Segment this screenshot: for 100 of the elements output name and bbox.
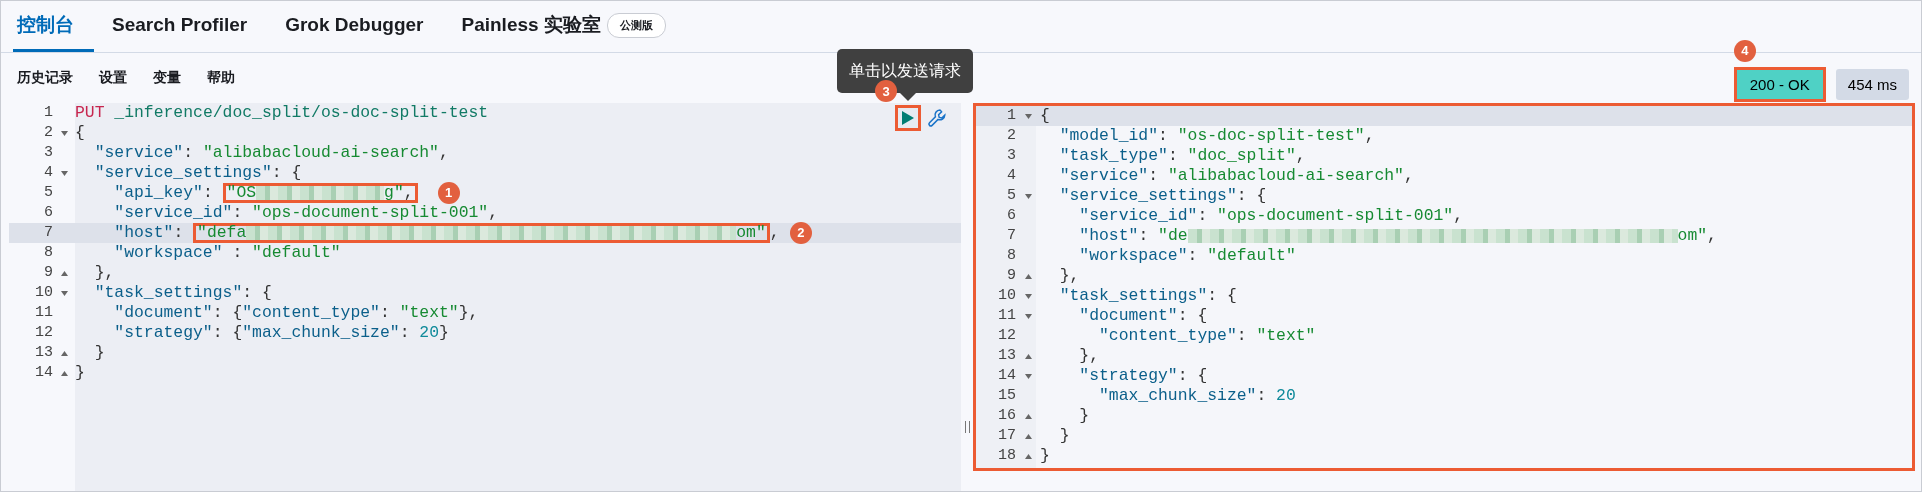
json-punctuation: : bbox=[1197, 206, 1209, 226]
json-punctuation: : { bbox=[212, 303, 243, 323]
line-number: 8 bbox=[1006, 246, 1016, 266]
line-number: 13 bbox=[997, 346, 1016, 366]
line-number: 7 bbox=[1006, 226, 1016, 246]
response-time: 454 ms bbox=[1835, 68, 1909, 100]
tab[interactable]: Painless 实验室 公测版 bbox=[457, 1, 686, 52]
request-editor[interactable] bbox=[9, 103, 961, 491]
json-key: "workspace" bbox=[75, 243, 223, 263]
tab[interactable]: 控制台 bbox=[13, 1, 94, 52]
callout-number: 3 bbox=[875, 80, 897, 102]
line-number: 1 bbox=[43, 103, 53, 123]
toolbar-link[interactable]: 变量 bbox=[153, 69, 181, 87]
line-number: 7 bbox=[43, 223, 53, 243]
fold-icon[interactable] bbox=[1024, 273, 1032, 279]
json-punctuation: , bbox=[1453, 206, 1463, 226]
json-punctuation: , bbox=[403, 186, 414, 200]
json-string: "alibabacloud-ai-search" bbox=[202, 143, 439, 163]
json-string: "default" bbox=[252, 243, 341, 263]
line-number: 11 bbox=[34, 303, 53, 323]
json-punctuation: , bbox=[1707, 226, 1717, 246]
json-key: "content_type" bbox=[1040, 326, 1237, 346]
json-key: "service_settings" bbox=[1040, 186, 1237, 206]
toolbar-link[interactable]: 帮助 bbox=[207, 69, 235, 87]
json-punctuation: }, bbox=[93, 263, 115, 283]
toolbar-link[interactable]: 历史记录 bbox=[17, 69, 73, 87]
json-key: "service_id" bbox=[1040, 206, 1198, 226]
json-punctuation: : bbox=[1236, 326, 1248, 346]
line-number: 15 bbox=[997, 386, 1016, 406]
json-string: g" bbox=[384, 186, 404, 200]
response-editor[interactable] bbox=[973, 103, 1915, 471]
fold-icon[interactable] bbox=[60, 350, 68, 356]
json-number: 20 bbox=[419, 323, 439, 343]
play-button[interactable] bbox=[895, 105, 921, 131]
wrench-icon[interactable] bbox=[927, 108, 947, 128]
fold-icon[interactable] bbox=[1024, 373, 1032, 379]
json-string: "os-doc-split-test" bbox=[1177, 126, 1365, 146]
json-punctuation: }, bbox=[1078, 346, 1100, 366]
fold-icon[interactable] bbox=[1024, 313, 1032, 319]
callout-number: 4 bbox=[1733, 39, 1756, 62]
tab[interactable]: Grok Debugger bbox=[281, 1, 444, 52]
json-key: "service" bbox=[75, 143, 184, 163]
resize-handle[interactable] bbox=[964, 421, 970, 433]
line-number: 18 bbox=[997, 446, 1016, 466]
fold-icon[interactable] bbox=[60, 370, 68, 376]
line-number: 4 bbox=[1006, 166, 1016, 186]
json-punctuation: : bbox=[173, 223, 185, 243]
json-number: 20 bbox=[1276, 386, 1296, 406]
json-key: "workspace" bbox=[1040, 246, 1188, 266]
json-punctuation: : bbox=[379, 303, 391, 323]
json-punctuation: : { bbox=[1177, 366, 1208, 386]
fold-icon[interactable] bbox=[1024, 453, 1032, 459]
json-punctuation: : bbox=[1187, 246, 1199, 266]
json-key: "strategy" bbox=[75, 323, 213, 343]
json-key: "max_chunk_size" bbox=[242, 323, 400, 343]
json-key: "content_type" bbox=[242, 303, 380, 323]
json-string: "text" bbox=[1256, 326, 1316, 346]
json-key: "host" bbox=[1040, 226, 1139, 246]
json-key: "service" bbox=[1040, 166, 1149, 186]
json-key: "service_settings" bbox=[75, 163, 272, 183]
json-key: "document" bbox=[75, 303, 213, 323]
callout-number: 2 bbox=[789, 222, 812, 244]
json-key: "model_id" bbox=[1040, 126, 1159, 146]
line-number: 17 bbox=[997, 426, 1016, 446]
line-number: 3 bbox=[43, 143, 53, 163]
callout-number: 1 bbox=[437, 182, 460, 204]
line-number: 10 bbox=[34, 283, 53, 303]
json-punctuation: : bbox=[399, 323, 411, 343]
toolbar-link[interactable]: 设置 bbox=[99, 69, 127, 87]
fold-icon[interactable] bbox=[60, 290, 68, 296]
fold-icon[interactable] bbox=[60, 130, 68, 136]
fold-icon[interactable] bbox=[60, 270, 68, 276]
line-number: 9 bbox=[43, 263, 53, 283]
fold-icon[interactable] bbox=[60, 170, 68, 176]
fold-icon[interactable] bbox=[1024, 353, 1032, 359]
json-key: "task_settings" bbox=[1040, 286, 1208, 306]
json-string: "defa bbox=[197, 226, 247, 240]
json-punctuation: } bbox=[75, 363, 85, 383]
status-badge: 200 - OK bbox=[1733, 66, 1826, 102]
fold-icon[interactable] bbox=[1024, 293, 1032, 299]
json-punctuation: : { bbox=[242, 283, 272, 303]
json-punctuation: }, bbox=[458, 303, 479, 323]
fold-icon[interactable] bbox=[1024, 193, 1032, 199]
fold-icon[interactable] bbox=[1024, 413, 1032, 419]
json-key: "host" bbox=[75, 223, 174, 243]
fold-icon[interactable] bbox=[1024, 113, 1032, 119]
json-punctuation: : bbox=[1167, 146, 1179, 166]
json-punctuation: , bbox=[1364, 126, 1375, 146]
tab[interactable]: Search Profiler bbox=[108, 1, 268, 52]
json-string: "ops-document-split-001" bbox=[1217, 206, 1454, 226]
json-punctuation: : bbox=[232, 203, 244, 223]
fold-icon[interactable] bbox=[1024, 433, 1032, 439]
line-number: 14 bbox=[34, 363, 53, 383]
beta-badge: 公测版 bbox=[606, 12, 666, 38]
json-punctuation: : { bbox=[212, 323, 243, 343]
json-punctuation: : bbox=[183, 143, 195, 163]
json-punctuation: }, bbox=[1058, 266, 1080, 286]
line-number: 13 bbox=[34, 343, 53, 363]
json-punctuation: : bbox=[1158, 126, 1169, 146]
json-punctuation: } bbox=[439, 323, 449, 343]
